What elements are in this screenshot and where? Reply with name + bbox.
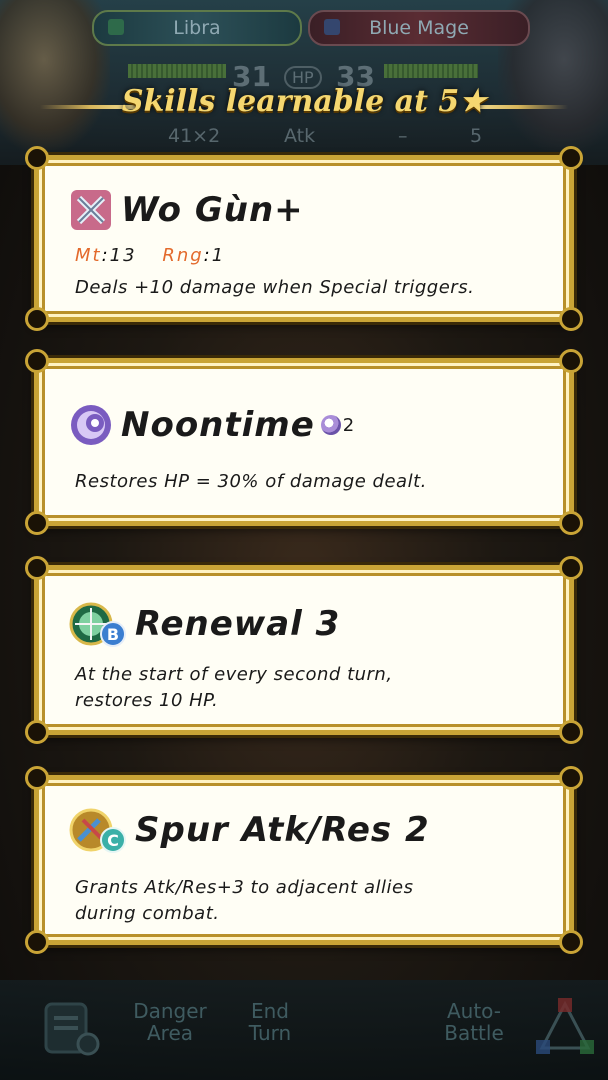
svg-text:B: B [107, 625, 119, 644]
danger-area-button[interactable]: Danger Area [128, 1000, 212, 1044]
skill-description: At the start of every second turn, resto… [75, 664, 393, 711]
right-hp-bar [384, 64, 478, 78]
rng-value: 1 [211, 245, 226, 266]
skill-name: Spur Atk/Res 2 [135, 810, 430, 850]
special-swirl-icon [69, 403, 113, 447]
mt-value: 13 [109, 245, 137, 266]
title-banner: Skills learnable at 5★ [0, 80, 608, 132]
skill-description: Restores HP = 30% of damage dealt. [75, 471, 427, 492]
passive-c-icon: C [69, 808, 127, 853]
right-unit-nameplate: Blue Mage [308, 10, 530, 46]
rng-label: Rng [162, 245, 204, 266]
cooldown-icon [320, 415, 341, 435]
auto-battle-button[interactable]: Auto- Battle [432, 1000, 516, 1044]
skill-card-passive-b[interactable]: B Renewal 3 At the start of every second… [25, 556, 583, 744]
weapon-triangle-icon [534, 998, 596, 1064]
skill-name: Noontime [121, 405, 315, 445]
skill-card-passive-c[interactable]: C Spur Atk/Res 2 Grants Atk/Res+3 to adj… [25, 766, 583, 954]
left-hp-bar [128, 64, 226, 78]
weapon-type-icon [108, 19, 124, 35]
special-cooldown: 2 [320, 415, 354, 436]
menu-document-icon[interactable] [40, 1000, 104, 1064]
page-title: Skills learnable at 5★ [121, 84, 487, 119]
mt-label: Mt [75, 245, 102, 266]
crossed-swords-icon [69, 188, 113, 232]
skill-description: Grants Atk/Res+3 to adjacent allies duri… [75, 877, 414, 924]
skill-name: Wo Gùn+ [121, 190, 304, 230]
passive-b-icon: B [69, 602, 127, 647]
weapon-stats: Mt:13 Rng:1 [75, 245, 226, 266]
skill-description: Deals +10 damage when Special triggers. [75, 277, 475, 298]
svg-text:C: C [107, 831, 119, 850]
skill-card-weapon[interactable]: Wo Gùn+ Mt:13 Rng:1 Deals +10 damage whe… [25, 146, 583, 331]
left-unit-nameplate: Libra [92, 10, 302, 46]
skill-name: Renewal 3 [135, 604, 341, 644]
tome-icon [324, 19, 340, 35]
skill-card-special[interactable]: Noontime 2 Restores HP = 30% of damage d… [25, 349, 583, 535]
end-turn-button[interactable]: End Turn [236, 1000, 304, 1044]
